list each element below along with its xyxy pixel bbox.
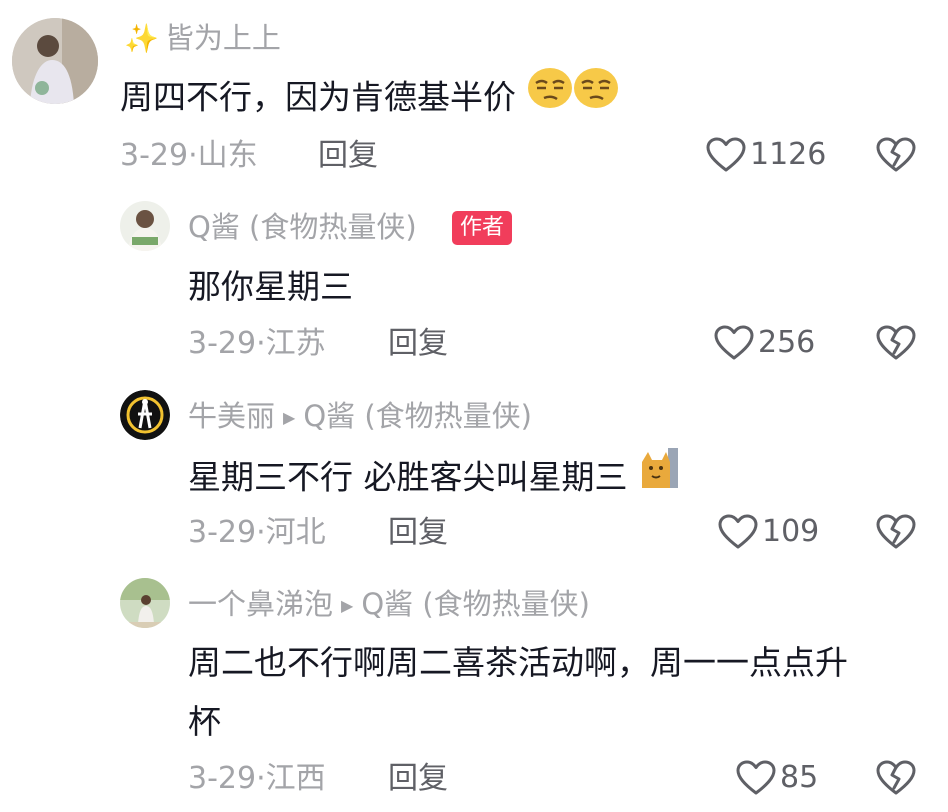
comment-date: 3-29 [188, 515, 257, 550]
avatar-image [120, 201, 170, 251]
meta-dot: · [188, 138, 198, 173]
comment-username[interactable]: 牛美丽 ▶ Q酱 (食物热量侠) [188, 402, 532, 431]
reply-button[interactable]: 回复 [388, 764, 448, 794]
cat-emoji-icon [638, 446, 680, 504]
like-count: 1126 [750, 137, 827, 172]
smirk-emoji-icon [527, 67, 573, 123]
comment-meta: 3-29·江西 [188, 764, 326, 794]
avatar[interactable] [120, 578, 170, 628]
broken-heart-icon [876, 325, 916, 361]
reply-to-username: Q酱 (食物热量侠) [303, 399, 533, 433]
dislike-button[interactable] [876, 514, 916, 554]
heart-outline-icon [706, 137, 746, 173]
broken-heart-icon [876, 514, 916, 550]
comment-location: 江苏 [265, 326, 326, 361]
reply-button[interactable]: 回复 [388, 518, 448, 548]
avatar[interactable] [120, 201, 170, 251]
comment-text-content: 周四不行，因为肯德基半价 [120, 77, 516, 117]
comment-text-content: 那你星期三 [188, 267, 353, 306]
like-count: 256 [758, 325, 816, 360]
reply-button[interactable]: 回复 [318, 141, 378, 171]
broken-heart-icon [876, 137, 916, 173]
comment-username[interactable]: ✨ 皆为上上 [124, 24, 281, 53]
comment-meta: 3-29·河北 [188, 518, 326, 548]
heart-outline-icon [718, 514, 758, 550]
meta-dot: · [256, 326, 266, 361]
like-button[interactable]: 1126 [706, 137, 826, 173]
author-badge: 作者 [452, 211, 513, 245]
dislike-button[interactable] [876, 760, 916, 800]
meta-dot: · [256, 761, 266, 796]
broken-heart-icon [876, 760, 916, 796]
comment-location: 江西 [265, 761, 326, 796]
avatar[interactable] [120, 390, 170, 440]
reply-to-username: Q酱 (食物热量侠) [361, 587, 591, 621]
triangle-right-icon: ▶ [283, 408, 296, 427]
avatar-image [120, 578, 170, 628]
avatar-image [12, 18, 98, 104]
comment-date: 3-29 [188, 761, 257, 796]
reply-button[interactable]: 回复 [388, 329, 448, 359]
like-count: 85 [780, 760, 819, 795]
username-text: Q酱 (食物热量侠) [188, 210, 417, 244]
comment-text: 那你星期三 [188, 261, 353, 312]
heart-outline-icon [714, 325, 754, 361]
comment-text: 星期三不行 必胜客尖叫星期三 [188, 448, 680, 508]
avatar[interactable] [12, 18, 98, 104]
comment-username[interactable]: Q酱 (食物热量侠) [188, 213, 417, 242]
sparkles-emoji-icon: ✨ [124, 22, 159, 55]
comment-text-content: 星期三不行 必胜客尖叫星期三 [188, 457, 628, 497]
username-text: 皆为上上 [164, 21, 281, 55]
comment-text: 周二也不行啊周二喜茶活动啊，周一一点点升 杯 [188, 637, 848, 747]
meta-dot: · [256, 515, 266, 550]
comment-text-line: 杯 [188, 702, 221, 742]
avatar-image [120, 390, 170, 440]
dislike-button[interactable] [876, 325, 916, 365]
smirk-emoji-icon [573, 67, 619, 123]
comment-text: 周四不行，因为肯德基半价 [120, 68, 619, 127]
like-button[interactable]: 109 [718, 514, 819, 550]
dislike-button[interactable] [876, 137, 916, 177]
comment-meta: 3-29·山东 [120, 141, 258, 171]
like-count: 109 [762, 514, 820, 549]
username-text: 牛美丽 [188, 399, 276, 433]
comment-location: 山东 [197, 138, 258, 173]
comment-text-line: 周二也不行啊周二喜茶活动啊，周一一点点升 [188, 643, 848, 682]
like-button[interactable]: 256 [714, 325, 815, 361]
triangle-right-icon: ▶ [341, 596, 354, 615]
comment-date: 3-29 [188, 326, 257, 361]
comment-location: 河北 [265, 515, 326, 550]
comment-username[interactable]: 一个鼻涕泡 ▶ Q酱 (食物热量侠) [188, 590, 590, 619]
username-text: 一个鼻涕泡 [188, 587, 334, 621]
comment-meta: 3-29·江苏 [188, 329, 326, 359]
heart-outline-icon [736, 760, 776, 796]
comment-date: 3-29 [120, 138, 189, 173]
like-button[interactable]: 85 [736, 760, 818, 796]
